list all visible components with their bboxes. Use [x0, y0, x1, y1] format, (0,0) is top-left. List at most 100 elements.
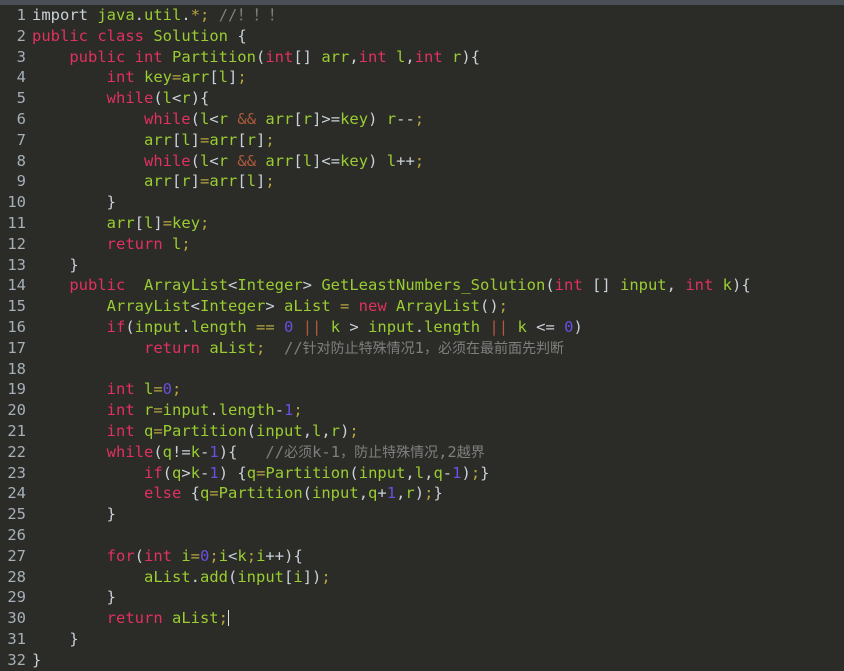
- token-pun: {: [293, 546, 303, 565]
- code-line-content[interactable]: int q=Partition(input,l,r);: [32, 421, 844, 442]
- code-line[interactable]: 21 int q=Partition(input,l,r);: [0, 421, 844, 442]
- code-line-content[interactable]: int key=arr[l];: [32, 67, 844, 88]
- code-line-content[interactable]: arr[l]=arr[r];: [32, 130, 844, 151]
- token-id: q: [162, 442, 173, 461]
- code-line-content[interactable]: while(q!=k-1){ //必须k-1，防止特殊情况,2越界: [32, 442, 844, 464]
- code-line[interactable]: 9 arr[r]=arr[l];: [0, 171, 844, 192]
- code-line-content[interactable]: }: [32, 192, 844, 213]
- token-pun: }: [32, 588, 116, 607]
- code-line[interactable]: 8 while(l<r && arr[l]<=key) l++;: [0, 151, 844, 172]
- token-kw: return: [143, 338, 210, 357]
- code-line[interactable]: 16 if(input.length == 0 || k > input.len…: [0, 317, 844, 338]
- code-line-content[interactable]: aList.add(input[i]);: [32, 567, 844, 588]
- code-line[interactable]: 1 import java.util.*; //！！！: [0, 5, 844, 26]
- token-id: q: [172, 463, 182, 482]
- code-line-content[interactable]: if(input.length == 0 || k > input.length…: [32, 317, 844, 338]
- token-pun: }: [32, 650, 42, 669]
- token-cn: ，防止特殊情况: [340, 444, 439, 461]
- token-kw: class: [97, 26, 154, 45]
- code-line-content[interactable]: ArrayList<Integer> aList = new ArrayList…: [32, 296, 844, 317]
- token-id: arr: [143, 172, 172, 191]
- code-line-content[interactable]: while(l<r && arr[r]>=key) r--;: [32, 109, 844, 130]
- code-line[interactable]: 32}: [0, 650, 844, 671]
- code-line[interactable]: 15 ArrayList<Integer> aList = new ArrayL…: [0, 296, 844, 317]
- code-line-content[interactable]: }: [32, 650, 844, 671]
- token-pun: ,: [358, 484, 369, 503]
- token-op: =: [200, 130, 210, 149]
- token-id: aList: [209, 338, 256, 357]
- code-line[interactable]: 27 for(int i=0;i<k;i++){: [0, 546, 844, 567]
- line-number: 9: [16, 172, 26, 191]
- line-number: 18: [7, 359, 26, 378]
- token-pun: [: [293, 109, 303, 128]
- code-line[interactable]: 19 int l=0;: [0, 379, 844, 400]
- token-id: r: [330, 421, 341, 440]
- code-line[interactable]: 6 while(l<r && arr[r]>=key) r--;: [0, 109, 844, 130]
- code-line-content[interactable]: public int Partition(int[] arr,int l,int…: [32, 47, 844, 68]
- code-line-content[interactable]: else {q=Partition(input,q+1,r);}: [32, 483, 844, 504]
- code-line[interactable]: 4 int key=arr[l];: [0, 67, 844, 88]
- line-number: 5: [16, 89, 26, 108]
- token-id: Partition: [218, 484, 303, 503]
- code-line[interactable]: 25 }: [0, 504, 844, 525]
- code-line[interactable]: 31 }: [0, 629, 844, 650]
- code-line[interactable]: 2 public class Solution {: [0, 26, 844, 47]
- code-line-content[interactable]: for(int i=0;i<k;i++){: [32, 546, 844, 567]
- line-number: 25: [7, 505, 26, 524]
- code-line[interactable]: 20 int r=input.length-1;: [0, 400, 844, 421]
- token-pun: [32, 131, 144, 149]
- code-line[interactable]: 28 aList.add(input[i]);: [0, 567, 844, 588]
- code-line[interactable]: 18: [0, 359, 844, 380]
- code-line[interactable]: 13 }: [0, 255, 844, 276]
- code-line[interactable]: 7 arr[l]=arr[r];: [0, 130, 844, 151]
- code-line-content[interactable]: int r=input.length-1;: [32, 400, 844, 421]
- token-id: q: [368, 484, 378, 503]
- code-line-content[interactable]: public class Solution {: [32, 26, 844, 47]
- token-pun: (: [246, 421, 257, 440]
- code-line[interactable]: 29 }: [0, 587, 844, 608]
- token-id: aList: [284, 297, 340, 316]
- code-line-content[interactable]: while(l<r){: [32, 88, 844, 109]
- code-line-content[interactable]: return l;: [32, 234, 844, 255]
- token-pun: ): [312, 567, 322, 586]
- code-line-content[interactable]: import java.util.*; //！！！: [32, 5, 844, 26]
- token-kw: int: [134, 47, 172, 66]
- token-pun: -: [442, 463, 453, 482]
- code-line-content[interactable]: int l=0;: [32, 379, 844, 400]
- code-line[interactable]: 23 if(q>k-1) {q=Partition(input,l,q-1);}: [0, 463, 844, 484]
- code-line-content[interactable]: while(l<r && arr[l]<=key) l++;: [32, 151, 844, 172]
- token-id: aList: [171, 609, 219, 628]
- code-viewport[interactable]: 1 import java.util.*; //！！！ 2 public class …: [0, 5, 844, 671]
- token-id: r: [143, 401, 154, 420]
- token-pun: [: [284, 567, 294, 586]
- code-line[interactable]: 17 return aList; //针对防止特殊情况1，必须在最前面先判断: [0, 338, 844, 359]
- code-line[interactable]: 26: [0, 525, 844, 546]
- code-line[interactable]: 5 while(l<r){: [0, 88, 844, 109]
- token-id: Solution: [153, 26, 238, 45]
- code-line-content[interactable]: return aList;: [32, 608, 844, 629]
- code-line-content[interactable]: public ArrayList<Integer> GetLeastNumber…: [32, 275, 844, 296]
- code-line-content[interactable]: arr[r]=arr[l];: [32, 171, 844, 192]
- token-id: r: [405, 484, 415, 503]
- code-line-content[interactable]: arr[l]=key;: [32, 213, 844, 234]
- code-line[interactable]: 14 public ArrayList<Integer> GetLeastNum…: [0, 275, 844, 296]
- token-pun: ): [461, 463, 471, 482]
- code-line[interactable]: 30 return aList;: [0, 608, 844, 629]
- code-line-content[interactable]: }: [32, 255, 844, 276]
- code-line[interactable]: 11 arr[l]=key;: [0, 213, 844, 234]
- token-op: ;: [181, 234, 191, 253]
- token-pun: <=: [321, 151, 341, 170]
- code-line[interactable]: 3 public int Partition(int[] arr,int l,i…: [0, 47, 844, 68]
- line-number: 22: [7, 442, 26, 461]
- code-line[interactable]: 24 else {q=Partition(input,q+1,r);}: [0, 483, 844, 504]
- code-line-content[interactable]: if(q>k-1) {q=Partition(input,l,q-1);}: [32, 463, 844, 484]
- code-line-content[interactable]: }: [32, 587, 844, 608]
- code-line[interactable]: 10 }: [0, 192, 844, 213]
- token-kw: int: [414, 47, 453, 66]
- line-number: 12: [7, 234, 26, 253]
- code-line-content[interactable]: return aList; //针对防止特殊情况1，必须在最前面先判断: [32, 338, 844, 360]
- code-line-content[interactable]: }: [32, 629, 844, 650]
- code-line[interactable]: 12 return l;: [0, 234, 844, 255]
- code-line-content[interactable]: }: [32, 504, 844, 525]
- code-line[interactable]: 22 while(q!=k-1){ //必须k-1，防止特殊情况,2越界: [0, 442, 844, 463]
